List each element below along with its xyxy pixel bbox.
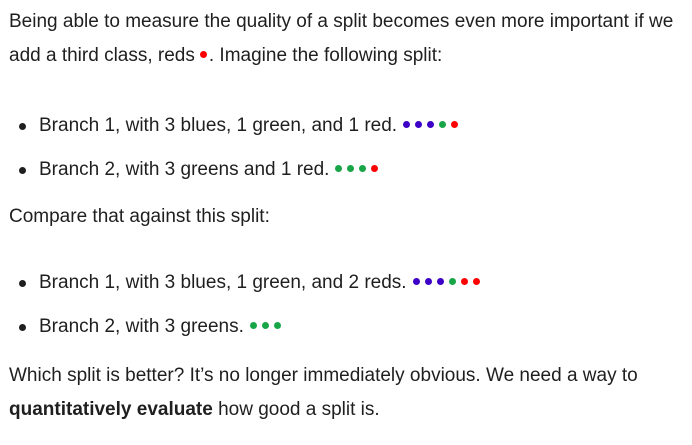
article-body: Being able to measure the quality of a s… — [9, 0, 692, 427]
conclusion-paragraph: Which split is better? It’s no longer im… — [9, 359, 692, 427]
blue-dot-icon — [412, 278, 420, 286]
branch-text: Branch 1, with 3 blues, 1 green, and 2 r… — [39, 272, 407, 294]
red-dot-icon — [460, 278, 468, 286]
dot-group — [249, 304, 286, 348]
red-dot-icon — [451, 121, 459, 129]
blue-dot-icon — [424, 278, 432, 286]
bullet-icon — [19, 324, 26, 331]
branch-text: Branch 2, with 3 greens. — [39, 316, 244, 338]
branch-text: Branch 2, with 3 greens and 1 red. — [39, 159, 330, 181]
red-dot-icon — [371, 165, 379, 173]
bullet-icon — [19, 123, 26, 130]
green-dot-icon — [261, 322, 269, 330]
intro-paragraph: Being able to measure the quality of a s… — [9, 5, 692, 73]
green-dot-icon — [448, 278, 456, 286]
blue-dot-icon — [427, 121, 435, 129]
blue-dot-icon — [415, 121, 423, 129]
branch-text: Branch 1, with 3 blues, 1 green, and 1 r… — [39, 115, 398, 137]
green-dot-icon — [359, 165, 367, 173]
list-item: Branch 1, with 3 blues, 1 green, and 2 r… — [9, 261, 692, 305]
list-item: Branch 2, with 3 greens and 1 red. — [9, 148, 692, 192]
green-dot-icon — [249, 322, 257, 330]
bullet-icon — [19, 280, 26, 287]
green-dot-icon — [439, 121, 447, 129]
split-a-list: Branch 1, with 3 blues, 1 green, and 1 r… — [9, 104, 692, 192]
dot-group — [403, 103, 463, 147]
dot-group — [412, 260, 485, 304]
green-dot-icon — [273, 322, 281, 330]
intro-text-end: . Imagine the following split: — [208, 45, 443, 66]
split-b-list: Branch 1, with 3 blues, 1 green, and 2 r… — [9, 261, 692, 349]
list-item: Branch 1, with 3 blues, 1 green, and 1 r… — [9, 104, 692, 148]
red-dot-icon — [199, 51, 207, 59]
green-dot-icon — [347, 165, 355, 173]
green-dot-icon — [335, 165, 343, 173]
conclusion-text: Which split is better? It’s no longer im… — [9, 365, 638, 386]
list-item: Branch 2, with 3 greens. — [9, 305, 692, 349]
dot-group — [335, 147, 383, 191]
conclusion-text-end: how good a split is. — [212, 399, 380, 420]
bold-phrase: quantitatively evaluate — [9, 399, 213, 420]
blue-dot-icon — [436, 278, 444, 286]
red-dot-icon — [472, 278, 480, 286]
compare-paragraph: Compare that against this split: — [9, 206, 270, 227]
bullet-icon — [19, 167, 26, 174]
blue-dot-icon — [403, 121, 411, 129]
